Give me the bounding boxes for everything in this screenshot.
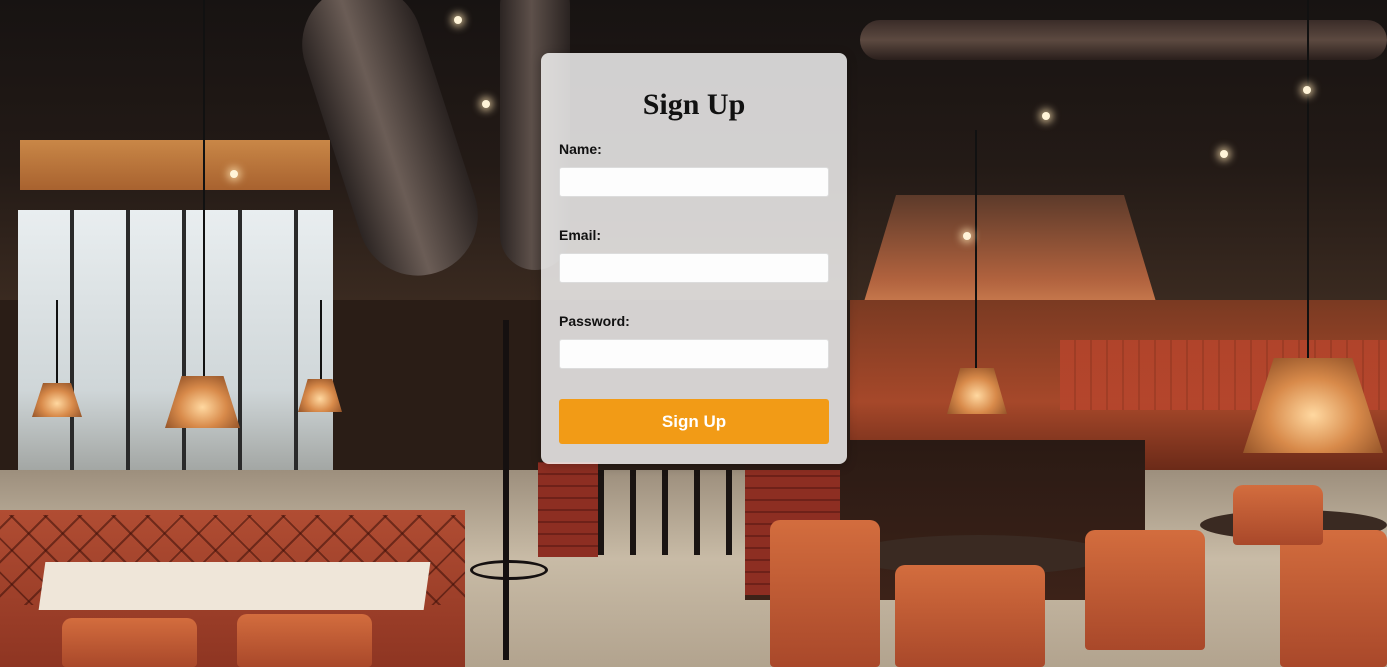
lamp-cord — [56, 300, 58, 384]
coat-rack-base — [470, 560, 548, 580]
lamp-cord — [975, 130, 977, 370]
chair — [237, 614, 372, 667]
password-label: Password: — [559, 313, 630, 329]
ceiling-spotlight — [454, 16, 462, 24]
coat-rack — [503, 320, 509, 660]
chair — [1233, 485, 1323, 545]
window-frames — [18, 210, 333, 510]
kitchen-hood — [860, 195, 1160, 315]
ceiling-spotlight — [230, 170, 238, 178]
chair — [770, 520, 880, 667]
lamp-cord — [203, 0, 205, 378]
email-label: Email: — [559, 227, 602, 243]
sign-up-button[interactable]: Sign Up — [559, 399, 829, 444]
dining-table — [38, 562, 431, 610]
name-label: Name: — [559, 141, 602, 157]
ceiling-spotlight — [1042, 112, 1050, 120]
chair — [62, 618, 197, 667]
chair — [1085, 530, 1205, 650]
ceiling-spotlight — [1303, 86, 1311, 94]
lamp-cord — [320, 300, 322, 380]
email-input[interactable] — [559, 253, 829, 283]
lamp-cord — [1307, 0, 1309, 360]
ceiling-spotlight — [963, 232, 971, 240]
bar-stools — [598, 470, 748, 555]
ceiling-spotlight — [482, 100, 490, 108]
signup-form: Sign Up Name: Email: Password: Sign Up — [541, 53, 847, 464]
chair — [1280, 530, 1387, 667]
chair — [895, 565, 1045, 667]
brick-pillar — [538, 462, 598, 557]
page: Sign Up Name: Email: Password: Sign Up — [0, 0, 1387, 667]
mezzanine — [20, 140, 330, 190]
name-input[interactable] — [559, 167, 829, 197]
password-input[interactable] — [559, 339, 829, 369]
ceiling-spotlight — [1220, 150, 1228, 158]
form-title: Sign Up — [642, 88, 746, 121]
